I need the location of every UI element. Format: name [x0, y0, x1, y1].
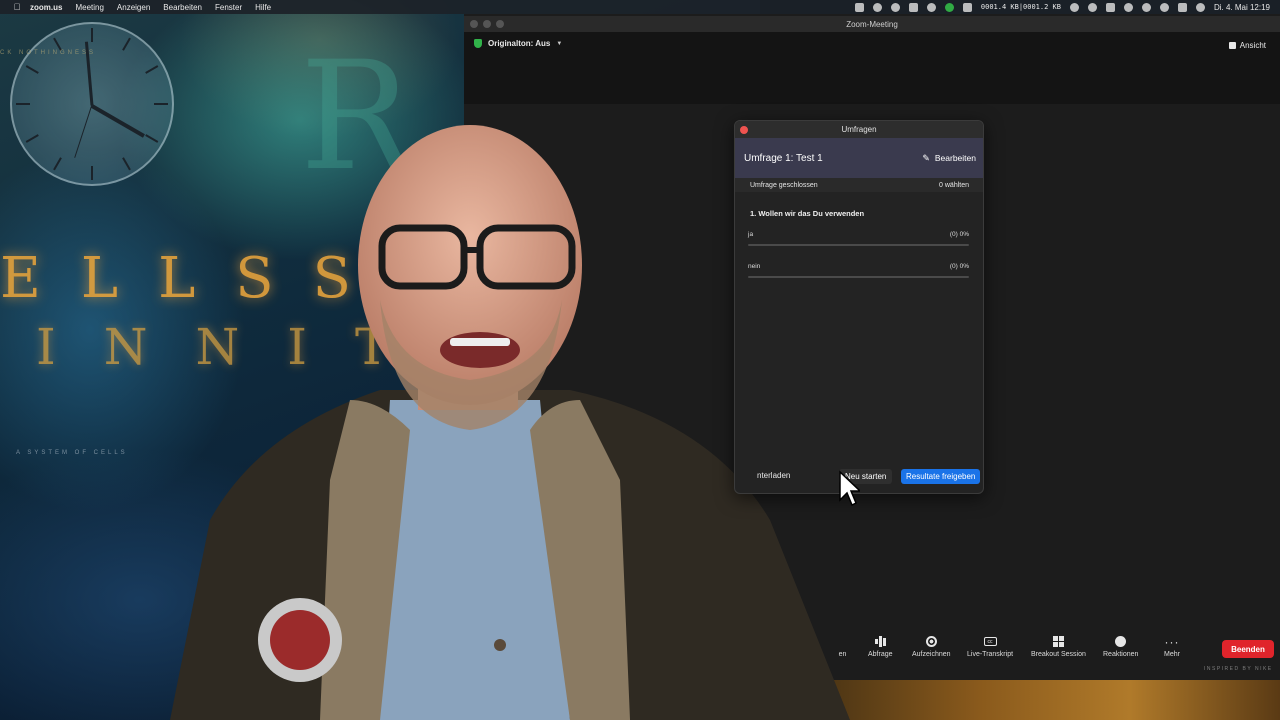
share-results-button[interactable]: Resultate freigeben — [901, 469, 981, 484]
corner-watermark-text: INSPIRED BY NIKE — [1204, 666, 1273, 672]
globe-icon[interactable] — [890, 2, 900, 12]
background-glow — [780, 680, 1280, 720]
answer-label: nein — [748, 263, 761, 270]
zoom-top-toolbar: Originalton: Aus ▼ Ansicht — [464, 32, 1280, 104]
poll-dialog-titlebar: Umfragen — [735, 121, 983, 138]
check-icon[interactable] — [944, 2, 954, 12]
zoom-window-icon[interactable] — [496, 20, 504, 28]
poster-top-text: CK NOTHINGNESS — [0, 50, 97, 56]
answer-label: ja — [748, 231, 754, 238]
menu-bearbeiten[interactable]: Bearbeiten — [163, 3, 202, 12]
poll-header: Umfrage 1: Test 1 ✎ Bearbeiten — [735, 138, 983, 178]
bolt-icon[interactable] — [962, 2, 972, 12]
grid-view-icon — [1228, 42, 1236, 49]
apple-icon[interactable]:  — [12, 2, 22, 12]
reactions-label: Reaktionen — [1103, 651, 1139, 658]
chevron-down-icon: ▼ — [556, 40, 563, 47]
menu-hilfe[interactable]: Hilfe — [255, 3, 271, 12]
poll-button[interactable]: Abfrage — [868, 636, 893, 658]
mac-menubar:  zoom.us Meeting Anzeigen Bearbeiten Fe… — [0, 0, 1280, 14]
poll-button-label: Abfrage — [868, 651, 893, 658]
menu-fenster[interactable]: Fenster — [215, 3, 242, 12]
original-sound-button[interactable]: Originalton: Aus ▼ — [474, 39, 562, 48]
wifi-icon[interactable] — [1141, 2, 1151, 12]
poll-vote-count: 0 wählten — [939, 181, 969, 189]
cc-icon: cc — [983, 637, 997, 646]
control-partial[interactable]: en — [836, 636, 849, 658]
menu-meeting[interactable]: Meeting — [75, 3, 103, 12]
end-meeting-button[interactable]: Beenden — [1222, 640, 1274, 658]
download-results-button[interactable]: nterladen — [757, 471, 790, 480]
poll-question: 1. Wollen wir das Du verwenden — [750, 209, 865, 218]
menu-anzeigen[interactable]: Anzeigen — [117, 3, 150, 12]
poll-answer: ja (0) 0% — [748, 231, 969, 246]
network-monitor[interactable]: 0001.4 KB|0001.2 KB — [981, 3, 1061, 11]
poll-status-bar: Umfrage geschlossen 0 wählten — [735, 178, 983, 192]
reactions-button[interactable]: Reaktionen — [1103, 636, 1138, 658]
record-button[interactable]: Aufzeichnen — [912, 636, 951, 658]
bluetooth-icon[interactable] — [1123, 2, 1133, 12]
more-dots-icon: ··· — [1164, 634, 1180, 649]
bar-chart-icon — [874, 636, 887, 647]
menu-app-name[interactable]: zoom.us — [30, 3, 62, 12]
control-partial-label: en — [838, 651, 847, 658]
poll-dialog: Umfragen Umfrage 1: Test 1 ✎ Bearbeiten … — [734, 120, 984, 494]
zoom-window-titlebar: Zoom-Meeting — [464, 16, 1280, 32]
poster-subtitle: A SYSTEM OF CELLS — [16, 450, 128, 456]
answer-progress-bar — [748, 244, 969, 246]
answer-result: (0) 0% — [949, 231, 969, 238]
zoom-control-bar: en Abfrage Aufzeichnen cc Live-Transkrip… — [464, 632, 1280, 672]
smiley-icon — [1115, 636, 1127, 647]
poll-name: Umfrage 1: Test 1 — [744, 152, 823, 164]
more-label: Mehr — [1164, 651, 1180, 658]
poll-status: Umfrage geschlossen — [750, 181, 818, 189]
poll-dialog-title: Umfragen — [841, 125, 877, 134]
view-button[interactable]: Ansicht — [1228, 41, 1266, 50]
answer-progress-bar — [748, 276, 969, 278]
record-button-label: Aufzeichnen — [912, 651, 951, 658]
live-transcript-label: Live-Transkript — [967, 651, 1014, 658]
menubar-clock[interactable]: Di. 4. Mai 12:19 — [1214, 3, 1270, 12]
shield-icon — [474, 39, 482, 48]
bulb-icon[interactable] — [1069, 2, 1079, 12]
battery-icon[interactable] — [1105, 2, 1115, 12]
cloud-icon[interactable] — [872, 2, 882, 12]
poll-answer: nein (0) 0% — [748, 263, 969, 278]
record-icon — [925, 636, 937, 647]
gear-icon[interactable] — [926, 2, 936, 12]
answer-result: (0) 0% — [949, 263, 969, 270]
close-window-icon[interactable] — [470, 20, 478, 28]
edit-poll-button[interactable]: ✎ Bearbeiten — [922, 153, 976, 164]
minimize-window-icon[interactable] — [483, 20, 491, 28]
edit-poll-label: Bearbeiten — [934, 153, 976, 163]
close-icon[interactable] — [740, 126, 748, 134]
screen-icon[interactable] — [854, 2, 864, 12]
live-transcript-button[interactable]: cc Live-Transkript — [967, 636, 1013, 658]
breakout-grid-icon — [1052, 636, 1064, 647]
breakout-session-button[interactable]: Breakout Session — [1031, 636, 1086, 658]
mouse-pointer-icon — [839, 470, 860, 507]
breakout-session-label: Breakout Session — [1031, 651, 1086, 658]
search-icon[interactable] — [1159, 2, 1169, 12]
view-label: Ansicht — [1239, 41, 1266, 50]
siri-icon[interactable] — [1195, 2, 1205, 12]
list-icon[interactable] — [908, 2, 918, 12]
pencil-icon: ✎ — [922, 152, 930, 163]
zoom-window-title: Zoom-Meeting — [846, 19, 898, 29]
clock-icon[interactable] — [1087, 2, 1097, 12]
more-button[interactable]: ··· Mehr — [1164, 634, 1180, 659]
control-center-icon[interactable] — [1177, 2, 1187, 12]
window-traffic-lights — [470, 20, 504, 28]
original-sound-label: Originalton: Aus — [488, 39, 551, 48]
